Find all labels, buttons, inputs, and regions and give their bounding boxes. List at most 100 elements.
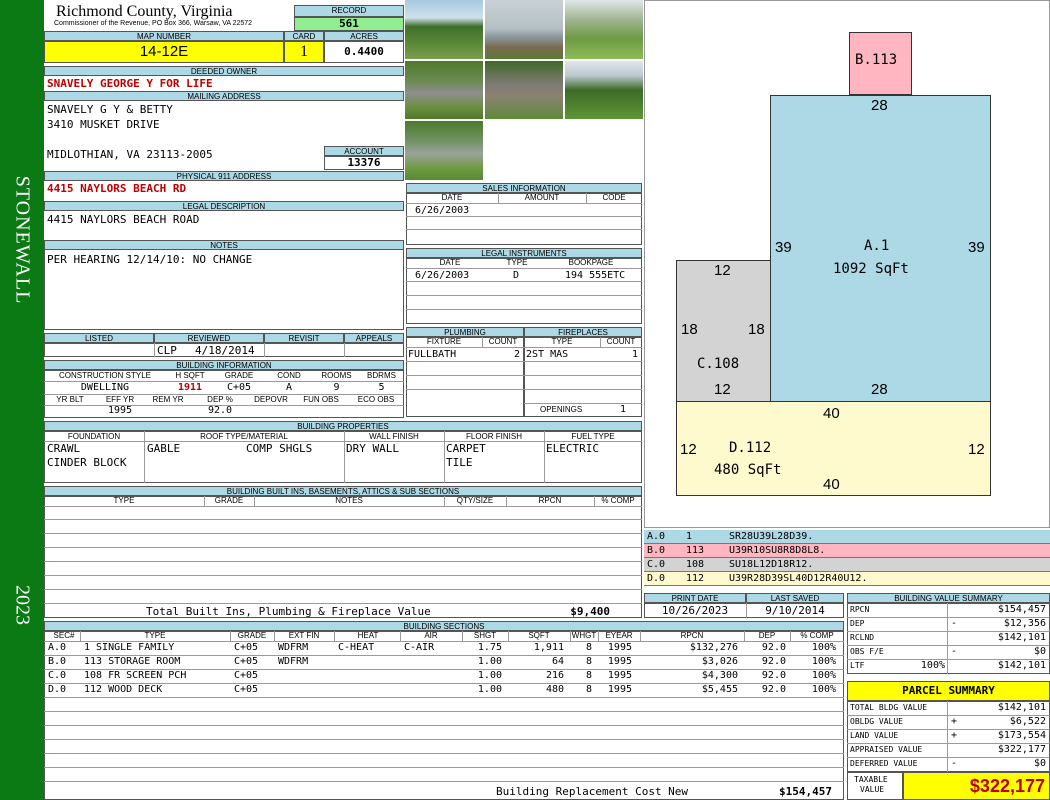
prop-floor-1: CARPET <box>446 442 486 455</box>
photo-1 <box>405 0 483 59</box>
vector-num: 1 <box>686 531 693 542</box>
sections-h-9: EYEAR <box>605 631 633 640</box>
vs-rclnd-label: RCLND <box>850 633 875 642</box>
bi-sqft: 1911 <box>177 382 203 393</box>
map-number-label: MAP NUMBER <box>44 31 284 41</box>
listed-label: LISTED <box>44 333 154 343</box>
section-cell: 8 <box>585 684 592 695</box>
section-cell: 100% <box>811 684 836 695</box>
vs-ltf: $142,101 <box>997 660 1046 671</box>
print-date-label: PRINT DATE <box>644 593 746 603</box>
ps-deferred-label: DEFERRED VALUE <box>850 759 918 768</box>
sketch-d-bottom: 40 <box>823 476 840 493</box>
county-subtitle: Commissioner of the Revenue, PO Box 366,… <box>54 20 253 27</box>
sections-h-11: DEP <box>758 631 776 640</box>
deeded-owner-label: DEEDED OWNER <box>44 66 404 76</box>
section-cell: 8 <box>585 642 592 653</box>
section-cell: $5,455 <box>701 684 738 695</box>
section-cell: 1.00 <box>477 656 502 667</box>
sketch-d-right: 12 <box>968 441 985 458</box>
sketch-d-sqft: 480 SqFt <box>714 462 782 478</box>
physical-address-value: 4415 NAYLORS BEACH RD <box>47 182 187 195</box>
instruments-label: LEGAL INSTRUMENTS <box>406 248 642 258</box>
record-label: RECORD <box>294 5 404 17</box>
section-cell: C-HEAT <box>338 642 375 653</box>
vs-ltf-label: LTF <box>850 661 865 670</box>
last-saved: 9/10/2014 <box>765 604 825 617</box>
prop-roof-material: COMP SHGLS <box>246 442 313 455</box>
bi-h-cond: COND <box>277 371 301 380</box>
photo-5 <box>485 61 563 119</box>
section-cell: 1995 <box>607 684 632 695</box>
mailing-line-3: MIDLOTHIAN, VA 23113-2005 <box>47 148 213 161</box>
section-cell: 92.0 <box>761 642 786 653</box>
section-cell: C.0 <box>48 670 67 681</box>
bi-h-style: CONSTRUCTION STYLE <box>58 371 151 380</box>
sections-h-6: SHGT <box>473 631 497 640</box>
sections-h-1: TYPE <box>144 631 166 640</box>
prop-wall: DRY WALL <box>346 442 399 455</box>
vector-row <box>644 558 1050 572</box>
plumb-h-count: COUNT <box>488 337 518 346</box>
section-cell: 100% <box>811 642 836 653</box>
notes-box <box>44 250 404 330</box>
prop-foundation-2: CINDER BLOCK <box>47 456 127 469</box>
vs-rclnd: $142,101 <box>997 632 1046 643</box>
sales-h-date: DATE <box>441 193 463 202</box>
section-cell: 480 <box>545 684 564 695</box>
legal-description-label: LEGAL DESCRIPTION <box>44 201 404 211</box>
vector-num: 112 <box>686 573 705 584</box>
revisit-label: REVISIT <box>264 333 344 343</box>
acres-value: 0.4400 <box>324 41 404 63</box>
bi-effyr: 1995 <box>107 405 133 416</box>
sketch-c-bottom: 12 <box>714 381 731 398</box>
sections-h-10: RPCN <box>680 631 704 640</box>
bi-h-remyr: REM YR <box>152 395 184 404</box>
photo-2 <box>485 0 563 59</box>
instr-h-date: DATE <box>439 258 461 267</box>
ps-appraised: $322,177 <box>997 744 1046 755</box>
acres-label: ACRES <box>324 31 404 41</box>
vs-dep-label: DEP <box>850 619 865 628</box>
photo-3 <box>565 0 643 59</box>
sketch-b-top: 28 <box>871 97 888 114</box>
bi-h-yrblt: YR BLT <box>56 395 84 404</box>
sketch-d-top: 40 <box>823 405 840 422</box>
replacement-value: $154,457 <box>779 785 832 798</box>
bi-cond: A <box>285 382 293 393</box>
ps-total-bldg: $142,101 <box>997 702 1046 713</box>
builtins-label: BUILDING BUILT INS, BASEMENTS, ATTICS & … <box>44 486 642 496</box>
last-saved-label: LAST SAVED <box>746 593 844 603</box>
section-cell: 113 STORAGE ROOM <box>84 656 181 667</box>
photo-6 <box>565 61 643 119</box>
vector-num: 113 <box>686 545 705 556</box>
reviewed-label: REVIEWED <box>154 333 264 343</box>
section-cell: 8 <box>585 670 592 681</box>
vector-sec: D.0 <box>647 573 666 584</box>
bi-h-rooms: ROOMS <box>321 371 352 380</box>
sales-h-code: CODE <box>602 193 626 202</box>
section-cell: D.0 <box>48 684 67 695</box>
vector-code: U39R10SU8R8D8L8. <box>729 545 826 556</box>
bi-h-dep: DEP % <box>207 395 233 404</box>
section-cell: B.0 <box>48 656 67 667</box>
county-title: Richmond County, Virginia <box>56 3 233 20</box>
sketch-c-right: 18 <box>748 321 765 338</box>
taxable-label-1: TAXABLE <box>854 775 888 784</box>
fire-type: 2ST MAS <box>526 349 569 360</box>
fire-count: 1 <box>631 349 638 360</box>
section-cell: C+05 <box>234 656 259 667</box>
bi-bdrms: 5 <box>378 382 385 393</box>
appeals-label: APPEALS <box>344 333 404 343</box>
sections-h-3: EXT FIN <box>288 631 320 640</box>
sketch-c-left: 18 <box>681 321 698 338</box>
builtins-total-label: Total Built Ins, Plumbing & Fireplace Va… <box>146 605 431 618</box>
sections-h-4: HEAT <box>357 631 379 640</box>
bi2-h-notes: NOTES <box>335 496 363 505</box>
sales-h-amount: AMOUNT <box>524 193 560 202</box>
section-cell: C+05 <box>234 684 259 695</box>
section-cell: 100% <box>811 670 836 681</box>
builtins-table <box>44 496 642 618</box>
sketch-b-label: B.113 <box>855 52 898 68</box>
bi-h-ecoobs: ECO OBS <box>357 395 395 404</box>
